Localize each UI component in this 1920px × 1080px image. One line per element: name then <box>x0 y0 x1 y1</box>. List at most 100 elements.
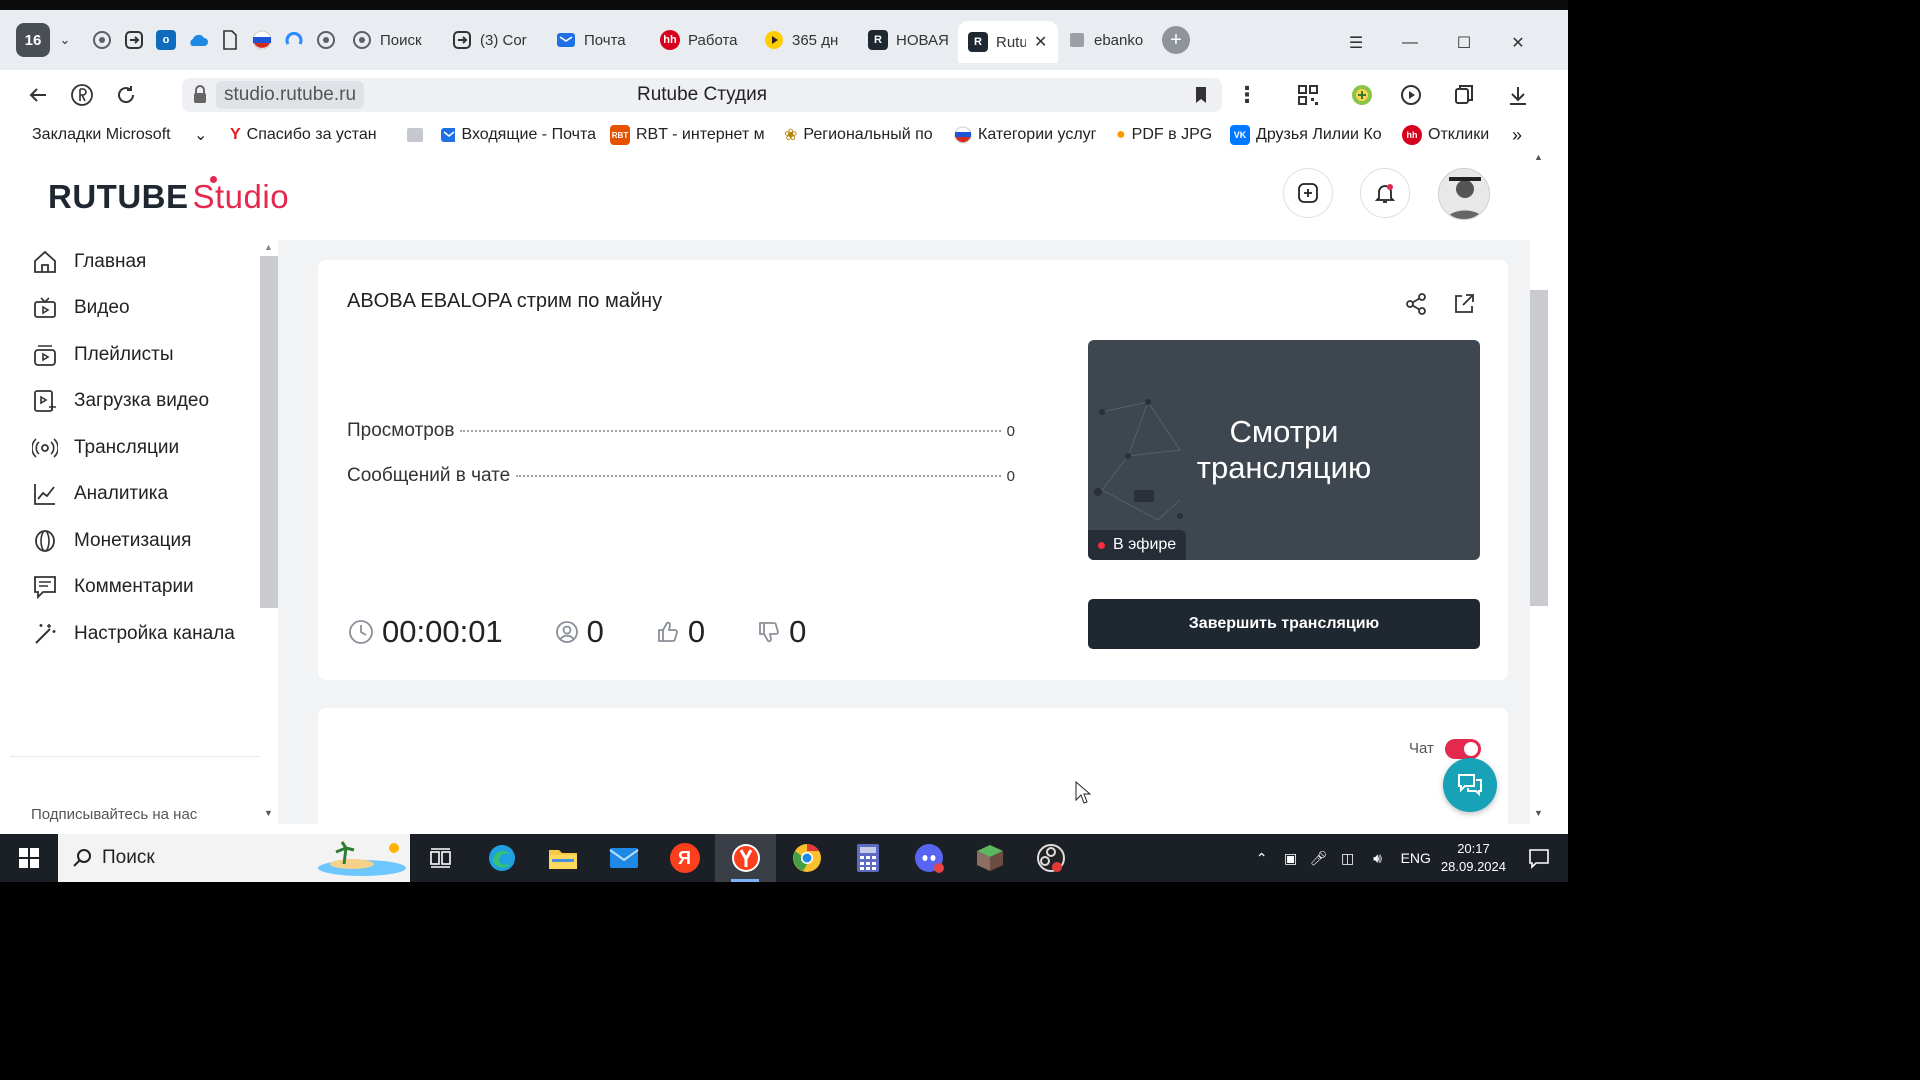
media-button[interactable] <box>1390 73 1434 117</box>
rutube-studio-logo[interactable]: RUTUBE Studio <box>48 176 289 216</box>
pinned-tab-3[interactable]: o <box>150 22 182 58</box>
avatar[interactable] <box>1438 168 1490 220</box>
pinned-tab-6[interactable] <box>246 22 278 58</box>
live-badge: В эфире <box>1088 530 1187 560</box>
bookmark-item-thanks[interactable]: Y Спасибо за устан <box>230 126 382 144</box>
add-content-button[interactable] <box>1283 168 1333 218</box>
bookmark-item-regional[interactable]: ❀ Региональный по <box>784 125 936 145</box>
sidebar-item-monetization[interactable]: Монетизация <box>32 521 191 561</box>
bookmark-item-rbt[interactable]: RBT RBT - интернет м <box>610 125 768 145</box>
more-bookmarks-icon[interactable]: » <box>1512 125 1522 146</box>
sidebar-item-home[interactable]: Главная <box>32 242 146 282</box>
notifications-button[interactable] <box>1360 168 1410 218</box>
collections-button[interactable] <box>1442 73 1486 117</box>
sidebar-item-video[interactable]: Видео <box>32 288 130 328</box>
tab-rutube-active[interactable]: R Rutube ✕ <box>958 21 1058 63</box>
language-indicator[interactable]: ENG <box>1401 850 1431 866</box>
discord-taskbar-icon[interactable] <box>898 834 959 882</box>
chrome-taskbar-icon[interactable] <box>776 834 837 882</box>
stream-preview[interactable]: Смотри трансляцию В эфире <box>1088 340 1480 560</box>
tab-hh[interactable]: hh Работа <box>650 20 754 60</box>
obs-taskbar-icon[interactable] <box>1020 834 1081 882</box>
reload-button[interactable] <box>104 73 148 117</box>
pinned-tab-2[interactable] <box>118 22 150 58</box>
sidebar-scrollbar[interactable]: ▲ ▼ <box>260 240 278 824</box>
tab-mail[interactable]: Почта <box>546 20 650 60</box>
pinned-tab-5[interactable] <box>214 22 246 58</box>
yandex-button[interactable] <box>60 73 104 117</box>
end-broadcast-button[interactable]: Завершить трансляцию <box>1088 599 1480 649</box>
minecraft-taskbar-icon[interactable] <box>959 834 1020 882</box>
microphone-icon[interactable]: 🎤︎ <box>1305 850 1333 867</box>
sidebar-scroll-thumb[interactable] <box>260 256 278 608</box>
sidebar-item-playlists[interactable]: Плейлисты <box>32 335 173 375</box>
tray-chevron-up-icon[interactable]: ⌃ <box>1247 850 1277 867</box>
tab-cor[interactable]: (3) Cor <box>442 20 546 60</box>
sidebar-item-channel-settings[interactable]: Настройка канала <box>32 614 235 654</box>
tab-new-rutube[interactable]: R НОВАЯ <box>858 20 958 60</box>
avatar-image <box>1439 169 1489 219</box>
sidebar-item-upload[interactable]: Загрузка видео <box>32 381 209 421</box>
taskbar-search[interactable]: Поиск <box>58 834 410 882</box>
explorer-taskbar-icon[interactable] <box>532 834 593 882</box>
bookmark-item-responses[interactable]: hh Отклики <box>1402 125 1502 145</box>
taskbar-clock[interactable]: 20:17 28.09.2024 <box>1441 840 1506 876</box>
tab-search[interactable]: Поиск <box>342 20 442 60</box>
pinned-tab-1[interactable] <box>86 22 118 58</box>
start-button[interactable] <box>0 834 58 882</box>
minimize-icon[interactable]: — <box>1390 28 1430 58</box>
bookmark-item-image[interactable] <box>406 127 424 143</box>
sidebar-item-analytics[interactable]: Аналитика <box>32 474 168 514</box>
more-menu-button[interactable]: ⋮ <box>1225 73 1269 117</box>
open-external-icon[interactable] <box>1452 292 1476 316</box>
scroll-down-icon[interactable]: ▼ <box>264 808 273 818</box>
qr-button[interactable] <box>1286 73 1330 117</box>
calculator-taskbar-icon[interactable] <box>837 834 898 882</box>
download-button[interactable] <box>1496 73 1540 117</box>
bookmark-icon[interactable] <box>1190 84 1212 106</box>
sidebar-item-comments[interactable]: Комментарии <box>32 567 194 607</box>
chat-toggle[interactable] <box>1445 739 1481 759</box>
edge-taskbar-icon[interactable] <box>471 834 532 882</box>
bookmark-item-pdf[interactable]: ● PDF в JPG <box>1116 126 1220 144</box>
tab-ebanko[interactable]: ebanko <box>1058 20 1154 60</box>
notification-center-icon[interactable] <box>1528 847 1550 869</box>
tab-list-chevron-icon[interactable]: ⌄ <box>50 23 80 57</box>
share-icon[interactable] <box>1404 292 1428 316</box>
yandex-taskbar-icon[interactable]: Я <box>654 834 715 882</box>
sidebar-item-broadcasts[interactable]: Трансляции <box>32 428 179 468</box>
close-tab-icon[interactable]: ✕ <box>1034 32 1047 52</box>
stream-metrics: 00:00:01 0 0 0 <box>348 612 806 652</box>
volume-icon[interactable]: 🔊︎ <box>1363 850 1393 867</box>
tab-count-button[interactable]: 16 <box>16 23 50 57</box>
back-button[interactable] <box>16 73 60 117</box>
chevron-down-icon[interactable]: ⌄ <box>194 125 207 145</box>
bookmark-item-categories[interactable]: Категории услуг <box>954 126 1104 144</box>
task-view-button[interactable] <box>410 834 471 882</box>
chrome-icon <box>792 844 821 872</box>
bookmark-item-vk[interactable]: VK Друзья Лилии Ко <box>1230 125 1390 145</box>
pinned-tab-8[interactable] <box>310 22 342 58</box>
camera-tray-icon[interactable]: ▣ <box>1277 850 1305 867</box>
yandex-browser-taskbar-icon[interactable] <box>715 834 776 882</box>
bookmark-item-inbox[interactable]: Входящие - Почта <box>440 126 596 144</box>
maximize-icon[interactable]: ☐ <box>1444 28 1484 58</box>
extension-button[interactable] <box>1340 73 1384 117</box>
scroll-up-icon[interactable]: ▲ <box>1534 152 1543 162</box>
scroll-down-icon[interactable]: ▼ <box>1534 808 1543 818</box>
pinned-tab-7[interactable] <box>278 22 310 58</box>
network-icon[interactable]: ◫ <box>1333 850 1363 867</box>
page-scroll-thumb[interactable] <box>1530 290 1548 606</box>
pinned-tab-4[interactable] <box>182 22 214 58</box>
scroll-up-icon[interactable]: ▲ <box>264 242 273 252</box>
tab-365[interactable]: 365 дн <box>754 20 858 60</box>
close-window-icon[interactable]: ✕ <box>1498 28 1538 58</box>
support-chat-button[interactable] <box>1443 758 1497 812</box>
mail-taskbar-icon[interactable] <box>593 834 654 882</box>
circle-icon <box>93 31 111 49</box>
address-bar[interactable]: studio.rutube.ru Rutube Студия <box>182 78 1222 112</box>
menu-icon[interactable]: ☰ <box>1336 28 1376 58</box>
page-scrollbar[interactable]: ▲ ▼ <box>1530 150 1548 824</box>
new-tab-button[interactable]: + <box>1162 26 1190 54</box>
bookmark-item-microsoft[interactable]: Закладки Microsoft <box>32 126 190 144</box>
